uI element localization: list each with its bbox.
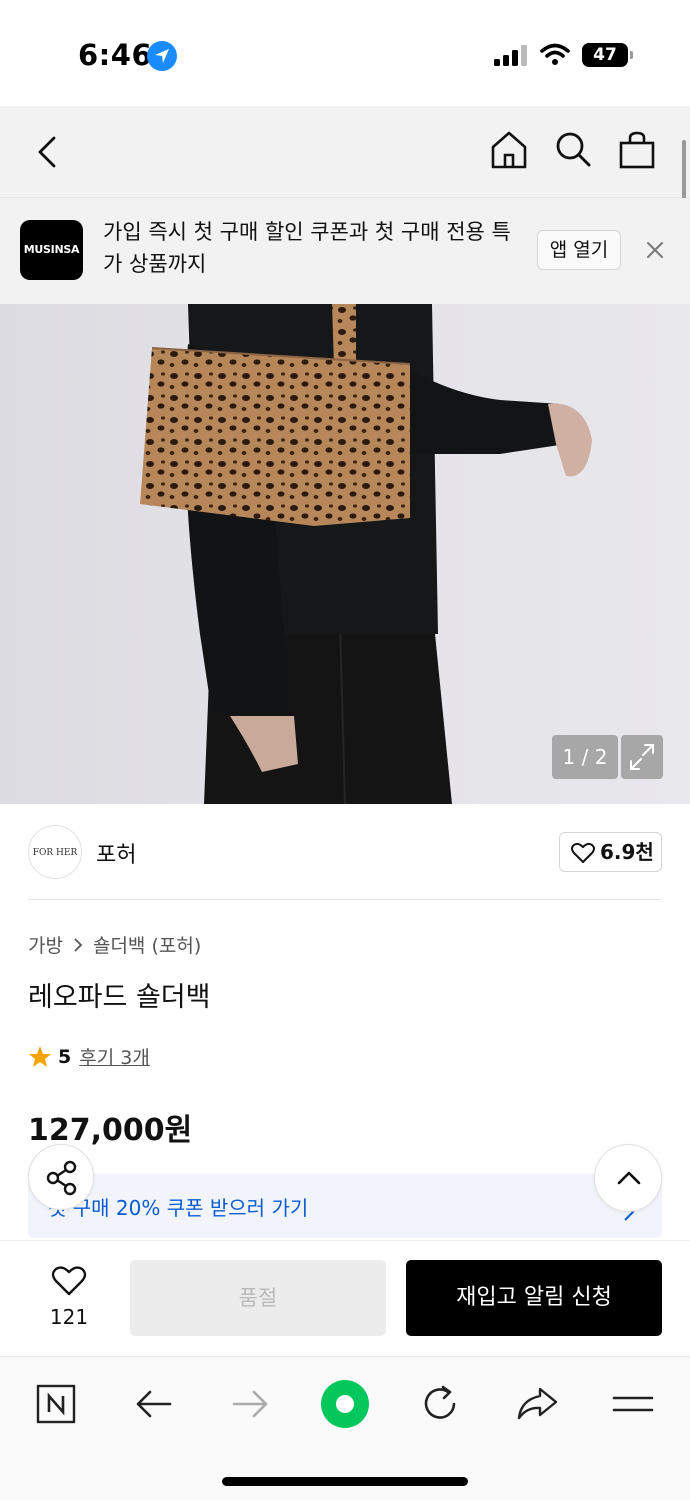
expand-icon[interactable]: [621, 735, 663, 779]
chevron-up-icon: [617, 1171, 641, 1185]
battery-level: 47: [593, 45, 617, 65]
image-counter: 1 / 2: [552, 735, 618, 779]
brand-row[interactable]: FOR HER 포허 6.9천: [0, 804, 690, 900]
menu-icon[interactable]: [608, 1379, 658, 1429]
divider: [28, 899, 662, 900]
coupon-banner[interactable]: 첫 구매 20% 쿠폰 받으러 가기: [28, 1174, 662, 1238]
cellular-signal-icon: [494, 45, 527, 66]
back-arrow-icon[interactable]: [130, 1379, 180, 1429]
brand-name[interactable]: 포허: [96, 837, 136, 869]
naver-green-dot-icon[interactable]: [320, 1379, 370, 1429]
open-app-button[interactable]: 앱 열기: [537, 230, 621, 270]
search-icon[interactable]: [554, 130, 592, 170]
scroll-to-top-button[interactable]: [594, 1144, 662, 1212]
model-with-leopard-bag-illustration: [140, 304, 592, 804]
purchase-bar: 121 품절 재입고 알림 신청: [0, 1240, 690, 1356]
home-indicator[interactable]: [222, 1477, 468, 1486]
back-icon[interactable]: [30, 134, 66, 170]
wish-button[interactable]: 121: [44, 1265, 94, 1329]
naver-n-icon[interactable]: [32, 1379, 82, 1429]
share-icon: [46, 1160, 77, 1196]
brand-logo[interactable]: FOR HER: [28, 825, 82, 879]
heart-outline-icon: [571, 842, 595, 863]
restock-alert-button[interactable]: 재입고 알림 신청: [406, 1260, 662, 1336]
star-icon: [29, 1045, 51, 1067]
share-arrow-icon[interactable]: [512, 1379, 562, 1429]
heart-outline-icon: [51, 1266, 87, 1296]
share-button[interactable]: [28, 1144, 94, 1210]
status-time: 6:46: [78, 38, 153, 72]
breadcrumb-item[interactable]: 숄더백 (포허): [93, 931, 201, 958]
chevron-right-icon: [74, 937, 83, 952]
bag-icon[interactable]: [618, 130, 656, 170]
breadcrumb-item[interactable]: 가방: [28, 931, 63, 958]
location-arrow-icon: [147, 41, 177, 71]
product-photo[interactable]: 1 / 2: [0, 304, 690, 804]
app-install-banner: MUSINSA 가입 즉시 첫 구매 할인 쿠폰과 첫 구매 전용 특가 상품까…: [0, 198, 690, 304]
banner-message: 가입 즉시 첫 구매 할인 쿠폰과 첫 구매 전용 특가 상품까지: [103, 220, 511, 276]
rating-row: 5 후기 3개: [28, 1043, 150, 1070]
forward-arrow-icon[interactable]: [226, 1379, 276, 1429]
wish-count: 121: [49, 1305, 89, 1329]
breadcrumb: 가방 숄더백 (포허): [28, 931, 201, 958]
wifi-icon: [540, 43, 570, 65]
refresh-icon[interactable]: [416, 1379, 466, 1429]
brand-like-button[interactable]: 6.9천: [559, 832, 662, 872]
product-title: 레오파드 숄더백: [28, 982, 211, 1013]
status-bar: 6:46 47: [0, 0, 690, 106]
musinsa-logo: MUSINSA: [20, 220, 83, 280]
soldout-button: 품절: [130, 1260, 386, 1336]
product-price: 127,000원: [28, 1113, 193, 1148]
home-icon[interactable]: [490, 130, 528, 170]
battery-icon: 47: [582, 43, 633, 67]
nav-header: [0, 106, 690, 198]
brand-like-count: 6.9천: [600, 840, 654, 864]
rating-score: 5: [58, 1045, 72, 1068]
review-link[interactable]: 후기 3개: [79, 1043, 150, 1070]
close-icon[interactable]: [645, 240, 665, 260]
